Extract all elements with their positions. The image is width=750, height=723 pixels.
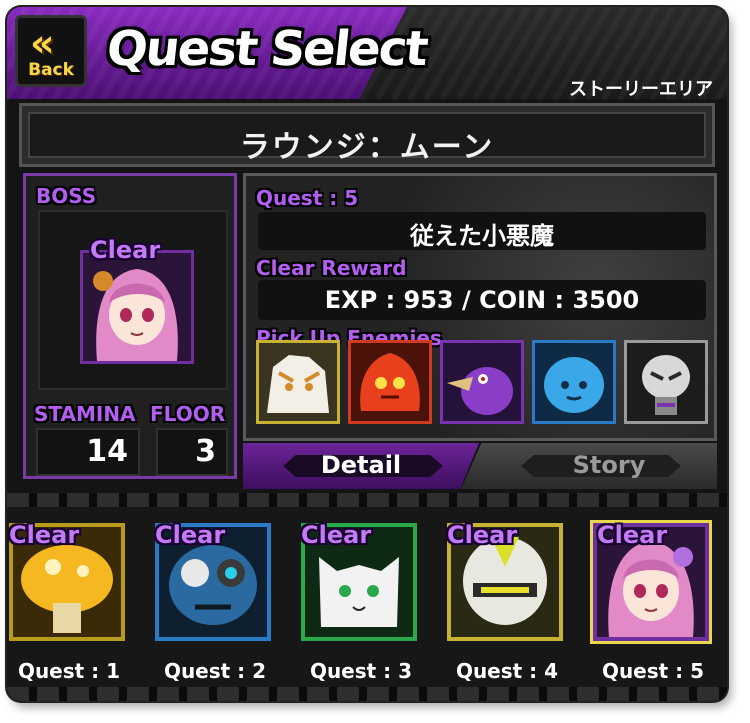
- tab-story-label: Story: [572, 451, 646, 479]
- quest-4-clear-tag: Clear: [447, 521, 518, 549]
- quest-number-label: Quest : 5: [256, 186, 359, 210]
- quest-3-clear-tag: Clear: [301, 521, 372, 549]
- header: « Back Quest Select ストーリーエリア: [7, 7, 727, 100]
- pink-hair-girl-icon: [83, 253, 191, 361]
- quest-3-caption: Quest : 3: [309, 659, 413, 683]
- quest-card-3[interactable]: Clear Quest : 3: [301, 521, 417, 683]
- quest-1-clear-tag: Clear: [9, 521, 80, 549]
- enemy-4[interactable]: [532, 340, 616, 424]
- tab-detail[interactable]: Detail: [243, 443, 479, 489]
- floor-label: FLOOR: [150, 402, 226, 426]
- white-tiger-monster-icon: [259, 343, 337, 421]
- tab-story[interactable]: Story: [461, 443, 717, 489]
- clear-tag: Clear: [90, 236, 161, 264]
- enemy-5[interactable]: [624, 340, 708, 424]
- film-perforation-top: [7, 493, 727, 507]
- enemy-1[interactable]: [256, 340, 340, 424]
- clear-reward-label: Clear Reward: [256, 256, 407, 280]
- stage-name-bar: ラウンジ：ムーン: [19, 103, 715, 167]
- enemy-3[interactable]: [440, 340, 524, 424]
- boss-label: BOSS: [36, 184, 97, 208]
- quest-4-caption: Quest : 4: [455, 659, 559, 683]
- boss-panel: BOSS Clear STAMINA FLOOR 14 3: [23, 173, 237, 479]
- back-button[interactable]: « Back: [15, 15, 87, 87]
- reward-bar: EXP : 953 / COIN : 3500: [258, 280, 706, 320]
- boss-portrait-box: Clear: [38, 210, 228, 390]
- quest-card-5[interactable]: Clear Quest : 5: [593, 521, 709, 683]
- floor-value: 3: [195, 434, 216, 469]
- quest-card-2[interactable]: Clear Quest : 2: [155, 521, 271, 683]
- stamina-label: STAMINA: [34, 402, 136, 426]
- quest-5-caption: Quest : 5: [601, 659, 705, 683]
- blue-slime-icon: [535, 343, 613, 421]
- detail-story-tabs: Story Detail: [243, 443, 717, 489]
- quest-name: 従えた小悪魔: [410, 222, 554, 250]
- quest-info-panel: Quest : 5 従えた小悪魔 Clear Reward EXP : 953 …: [243, 173, 717, 441]
- red-fire-spirit-icon: [351, 343, 429, 421]
- quest-name-bar: 従えた小悪魔: [258, 212, 706, 250]
- stamina-value: 14: [86, 434, 128, 469]
- quest-2-caption: Quest : 2: [163, 659, 267, 683]
- film-perforation-bottom: [7, 687, 727, 701]
- quest-2-clear-tag: Clear: [155, 521, 226, 549]
- reward-text: EXP : 953 / COIN : 3500: [324, 286, 640, 314]
- quest-1-caption: Quest : 1: [17, 659, 121, 683]
- quest-list-strip: Clear Quest : 1 Clear Quest : 2 Clear Qu…: [7, 493, 727, 701]
- double-chevron-left-icon: «: [30, 21, 54, 65]
- back-label: Back: [28, 60, 74, 80]
- area-label: ストーリーエリア: [569, 79, 713, 100]
- stage-name: ラウンジ：ムーン: [239, 130, 495, 165]
- floor-box: 3: [156, 428, 228, 476]
- quest-card-4[interactable]: Clear Quest : 4: [447, 521, 563, 683]
- enemy-2[interactable]: [348, 340, 432, 424]
- quest-card-1[interactable]: Clear Quest : 1: [9, 521, 125, 683]
- stamina-box: 14: [36, 428, 140, 476]
- tab-detail-label: Detail: [320, 451, 402, 479]
- quest-select-screen: « Back Quest Select ストーリーエリア ラウンジ：ムーン BO…: [7, 7, 727, 701]
- purple-crow-icon: [443, 343, 521, 421]
- quest-5-clear-tag: Clear: [597, 521, 668, 549]
- boss-portrait[interactable]: [80, 250, 194, 364]
- page-title: Quest Select: [104, 21, 430, 77]
- silver-robot-icon: [627, 343, 705, 421]
- stage-name-inner: ラウンジ：ムーン: [28, 112, 706, 165]
